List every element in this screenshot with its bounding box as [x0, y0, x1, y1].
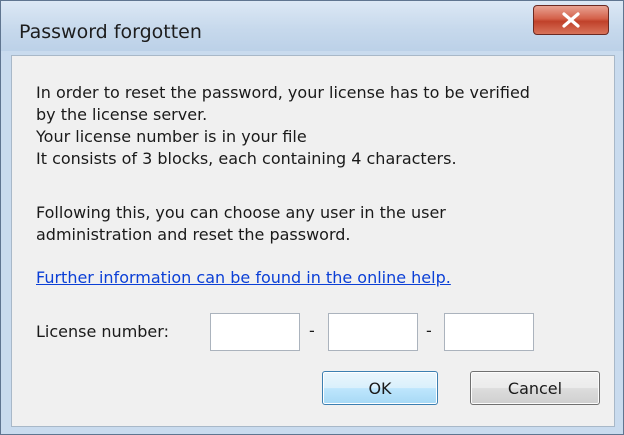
- license-block-3-input[interactable]: [444, 313, 534, 351]
- close-icon: [562, 12, 580, 28]
- instructions-line: In order to reset the password, your lic…: [36, 83, 530, 102]
- title-bar[interactable]: Password forgotten: [1, 1, 623, 51]
- license-separator: -: [309, 321, 315, 340]
- license-separator: -: [426, 321, 432, 340]
- instructions-paragraph: In order to reset the password, your lic…: [36, 82, 530, 170]
- instructions-line: by the license server.: [36, 105, 208, 124]
- follow-up-line: administration and reset the password.: [36, 225, 351, 244]
- license-block-2-input[interactable]: [328, 313, 418, 351]
- instructions-line: It consists of 3 blocks, each containing…: [36, 149, 457, 168]
- dialog-title: Password forgotten: [19, 21, 202, 43]
- cancel-button[interactable]: Cancel: [470, 371, 600, 405]
- follow-up-line: Following this, you can choose any user …: [36, 203, 446, 222]
- close-button[interactable]: [533, 5, 609, 35]
- instructions-line: Your license number is in your file: [36, 127, 307, 146]
- password-forgotten-dialog: Password forgotten In order to reset the…: [0, 0, 624, 435]
- follow-up-paragraph: Following this, you can choose any user …: [36, 202, 446, 246]
- online-help-link[interactable]: Further information can be found in the …: [36, 268, 451, 287]
- license-block-1-input[interactable]: [210, 313, 300, 351]
- license-number-label: License number:: [36, 322, 169, 341]
- dialog-content: In order to reset the password, your lic…: [11, 55, 615, 427]
- ok-button[interactable]: OK: [322, 371, 438, 405]
